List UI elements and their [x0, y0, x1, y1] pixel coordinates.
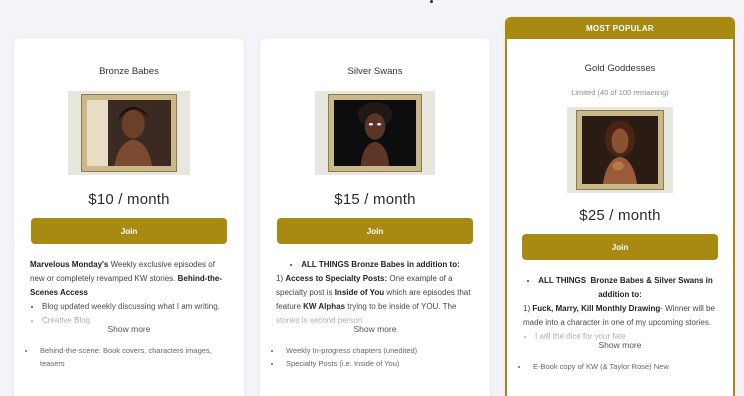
- picture-frame: [577, 111, 663, 189]
- tier-card-silver-swans: Silver Swans $15 / month Join ALL THINGS…: [260, 38, 490, 396]
- tier-title: Bronze Babes: [99, 66, 159, 77]
- benefits-list: E-Book copy of KW (& Taylor Rose) New: [507, 360, 733, 373]
- benefit-item: Behind-the-scene: Book covers, character…: [36, 344, 222, 370]
- benefit-item: Specialty Posts (i.e. Inside of You): [282, 357, 468, 370]
- tier-price: $10 / month: [88, 191, 170, 208]
- join-button[interactable]: Join: [277, 218, 473, 244]
- most-popular-badge: MOST POPULAR: [507, 19, 733, 39]
- benefit-item: Weekly In-progress chapters (unedited): [282, 344, 468, 357]
- benefit-item: E-Book copy of KW (& Taylor Rose) New: [529, 360, 711, 373]
- tier-availability: Limited (40 of 100 remaining): [571, 88, 669, 97]
- tier-title: Silver Swans: [347, 66, 403, 77]
- tier-title: Gold Goddesses: [584, 63, 656, 74]
- tier-description: ALL THINGS Bronze Babes in addition to:1…: [260, 258, 490, 332]
- show-more-link[interactable]: Show more: [14, 324, 244, 334]
- show-more-link[interactable]: Show more: [507, 340, 733, 350]
- benefits-list: Weekly In-progress chapters (unedited)Sp…: [260, 344, 490, 370]
- tier-description: Marvelous Monday's Weekly exclusive epis…: [14, 258, 244, 332]
- join-button[interactable]: Join: [31, 218, 227, 244]
- tier-description: ALL THINGS Bronze Babes & Silver Swans i…: [507, 274, 733, 348]
- portrait-image: [582, 116, 658, 184]
- join-button[interactable]: Join: [522, 234, 718, 260]
- tier-image: [68, 91, 190, 175]
- show-more-link[interactable]: Show more: [260, 324, 490, 334]
- picture-frame: [82, 95, 176, 171]
- benefits-list: Behind-the-scene: Book covers, character…: [14, 344, 244, 370]
- page-dot: [430, 0, 433, 3]
- portrait-image: [87, 100, 171, 166]
- tier-price: $15 / month: [334, 191, 416, 208]
- tier-card-bronze-babes: Bronze Babes $10 / month Join Marvelous …: [14, 38, 244, 396]
- tier-image: [315, 91, 435, 175]
- tier-price: $25 / month: [579, 207, 661, 224]
- tier-image: [567, 107, 673, 193]
- tier-card-gold-goddesses: MOST POPULAR Gold Goddesses Limited (40 …: [505, 17, 735, 396]
- portrait-image: [334, 100, 416, 166]
- picture-frame: [329, 95, 421, 171]
